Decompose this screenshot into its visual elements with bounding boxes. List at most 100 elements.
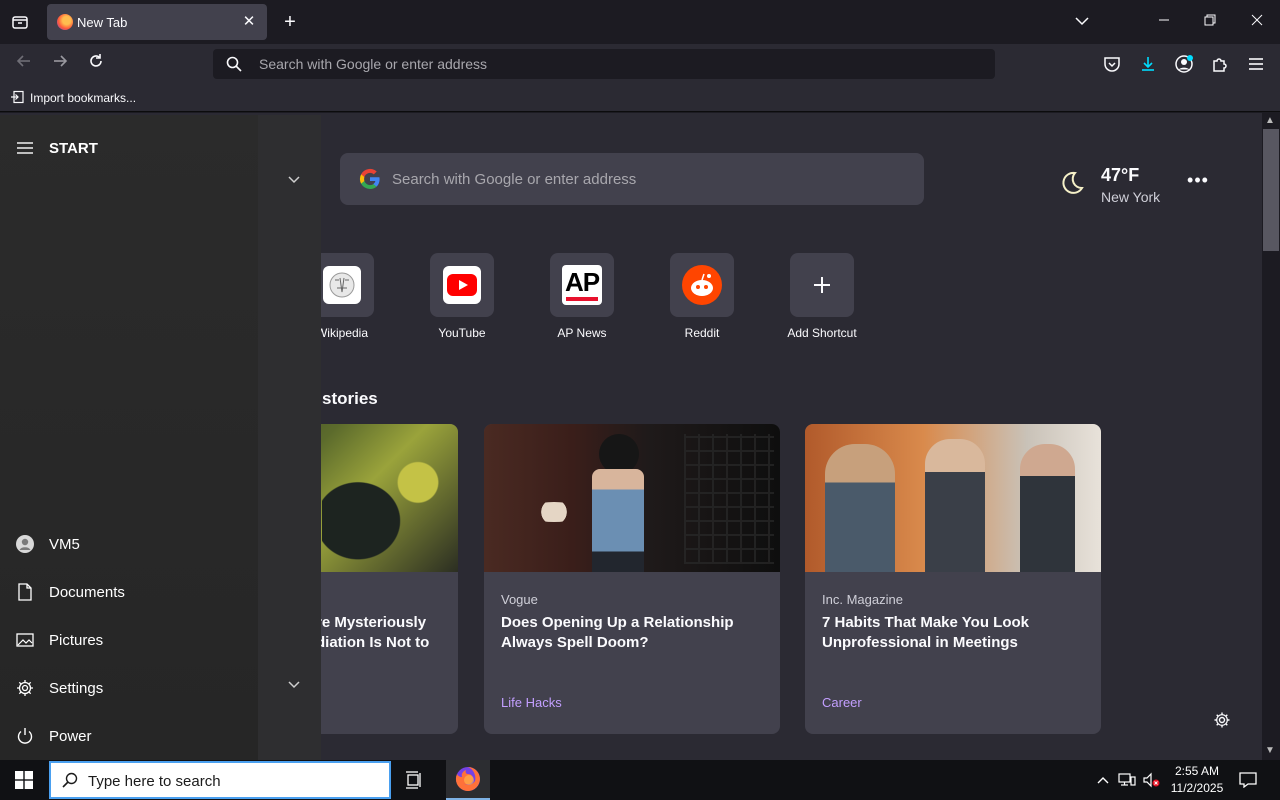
start-menu-title: START — [49, 139, 98, 157]
start-menu-panel — [258, 115, 321, 760]
ap-news-icon: AP — [550, 253, 614, 317]
story-source: Vogue — [501, 592, 538, 607]
search-icon — [225, 55, 243, 73]
shortcut-ap-news[interactable]: AP AP News — [532, 253, 632, 353]
shortcut-label: Reddit — [684, 326, 720, 340]
start-menu: START VM5 Documents Pictures Settings Po… — [0, 115, 321, 760]
close-window-button[interactable] — [1243, 8, 1271, 36]
stories-heading: stories — [322, 389, 378, 408]
hamburger-menu-icon[interactable] — [1244, 52, 1268, 76]
start-menu-settings[interactable]: Settings — [0, 666, 258, 710]
power-icon — [15, 726, 35, 746]
weather-city: New York — [1101, 189, 1161, 205]
personalize-gear-icon[interactable] — [1210, 708, 1234, 732]
gear-icon — [15, 678, 35, 698]
story-card[interactable]: Vogue Does Opening Up a Relationship Alw… — [484, 424, 780, 734]
start-menu-expand-button[interactable]: START — [0, 126, 258, 170]
list-all-tabs-icon[interactable] — [1068, 8, 1096, 36]
forward-arrow-icon[interactable] — [46, 50, 74, 78]
import-icon — [10, 90, 24, 107]
task-view-icon[interactable] — [400, 768, 430, 792]
story-image — [805, 424, 1101, 572]
plus-icon — [790, 253, 854, 317]
hamburger-icon — [15, 138, 35, 158]
weather-temperature: 47°F — [1101, 165, 1140, 185]
story-category: Career — [822, 695, 862, 710]
restore-button[interactable] — [1196, 8, 1224, 36]
taskbar-firefox-icon[interactable] — [446, 760, 490, 800]
nav-toolbar — [0, 44, 1280, 84]
start-menu-item-label: Power — [49, 727, 92, 745]
shortcut-youtube[interactable]: YouTube — [412, 253, 512, 353]
start-menu-item-label: Documents — [49, 583, 125, 601]
tab-bar: New Tab ✕ + — [0, 0, 1280, 44]
shortcut-reddit[interactable]: Reddit — [652, 253, 752, 353]
url-input[interactable] — [259, 49, 959, 79]
pocket-icon[interactable] — [1100, 52, 1124, 76]
youtube-icon — [430, 253, 494, 317]
tab-new-tab[interactable]: New Tab ✕ — [47, 4, 267, 40]
taskbar-clock[interactable]: 2:55 AM 11/2/2025 — [1162, 763, 1232, 797]
chevron-down-icon[interactable] — [286, 173, 302, 189]
back-arrow-icon[interactable] — [10, 50, 38, 78]
extensions-icon[interactable] — [1208, 52, 1232, 76]
user-icon — [15, 534, 35, 554]
taskbar-search-box[interactable]: Type here to search — [49, 761, 391, 799]
newtab-search-box[interactable] — [340, 153, 924, 205]
new-tab-button[interactable]: + — [276, 8, 304, 36]
start-menu-pictures[interactable]: Pictures — [0, 618, 258, 662]
shortcut-label: Add Shortcut — [787, 326, 857, 340]
pictures-icon — [15, 630, 35, 650]
page-scrollbar[interactable]: ▲ ▼ — [1262, 113, 1280, 760]
bookmarks-toolbar: Import bookmarks... — [0, 84, 1280, 112]
moon-icon — [1058, 169, 1086, 197]
clock-time: 2:55 AM — [1174, 764, 1220, 778]
scrollbar-thumb[interactable] — [1263, 129, 1279, 251]
newtab-search-input[interactable] — [392, 153, 892, 205]
taskbar: Type here to search 2:55 AM 11/2/2025 — [0, 760, 1280, 800]
story-category: Life Hacks — [501, 695, 562, 710]
close-tab-icon[interactable]: ✕ — [239, 12, 259, 32]
shortcut-add[interactable]: Add Shortcut — [772, 253, 872, 353]
volume-muted-icon[interactable] — [1141, 770, 1161, 790]
start-menu-documents[interactable]: Documents — [0, 570, 258, 614]
windows-start-button[interactable] — [0, 760, 48, 800]
clock-date: 11/2/2025 — [1170, 781, 1224, 795]
tab-overview-icon[interactable] — [10, 12, 30, 32]
shortcut-label: YouTube — [438, 326, 486, 340]
story-image — [484, 424, 780, 572]
start-menu-item-label: Settings — [49, 679, 104, 697]
scroll-down-arrow-icon[interactable]: ▼ — [1265, 745, 1275, 756]
shortcut-label: AP News — [557, 326, 607, 340]
start-menu-user[interactable]: VM5 — [0, 522, 258, 566]
tab-title: New Tab — [77, 15, 128, 30]
story-card[interactable]: Inc. Magazine 7 Habits That Make You Loo… — [805, 424, 1101, 734]
google-icon — [358, 167, 382, 191]
weather-more-options-icon[interactable]: ••• — [1186, 171, 1210, 195]
chevron-down-icon[interactable] — [286, 678, 302, 694]
firefox-icon — [57, 14, 73, 30]
start-menu-item-label: Pictures — [49, 631, 104, 649]
start-menu-power[interactable]: Power — [0, 714, 258, 758]
document-icon — [15, 582, 35, 602]
url-bar[interactable] — [213, 49, 995, 79]
start-menu-item-label: VM5 — [49, 535, 80, 553]
network-icon[interactable] — [1117, 770, 1137, 790]
story-headline: re Mysteriously diation Is Not to — [316, 614, 430, 651]
story-headline: Does Opening Up a Relationship Always Sp… — [501, 614, 734, 651]
show-hidden-icons-chevron[interactable] — [1093, 770, 1113, 790]
start-menu-rail — [0, 115, 258, 760]
story-headline: 7 Habits That Make You Look Unprofession… — [822, 614, 1029, 651]
import-bookmarks-button[interactable]: Import bookmarks... — [10, 88, 136, 108]
import-bookmarks-label: Import bookmarks... — [30, 91, 137, 105]
search-icon — [61, 771, 79, 789]
scroll-up-arrow-icon[interactable]: ▲ — [1265, 115, 1275, 126]
notification-center-icon[interactable] — [1238, 770, 1258, 790]
weather-widget[interactable]: 47°F New York — [1058, 163, 1188, 209]
downloads-icon[interactable] — [1136, 52, 1160, 76]
account-icon[interactable] — [1172, 52, 1196, 76]
reddit-icon — [670, 253, 734, 317]
taskbar-search-placeholder: Type here to search — [88, 773, 221, 790]
minimize-button[interactable] — [1150, 8, 1178, 36]
reload-icon[interactable] — [82, 50, 110, 78]
